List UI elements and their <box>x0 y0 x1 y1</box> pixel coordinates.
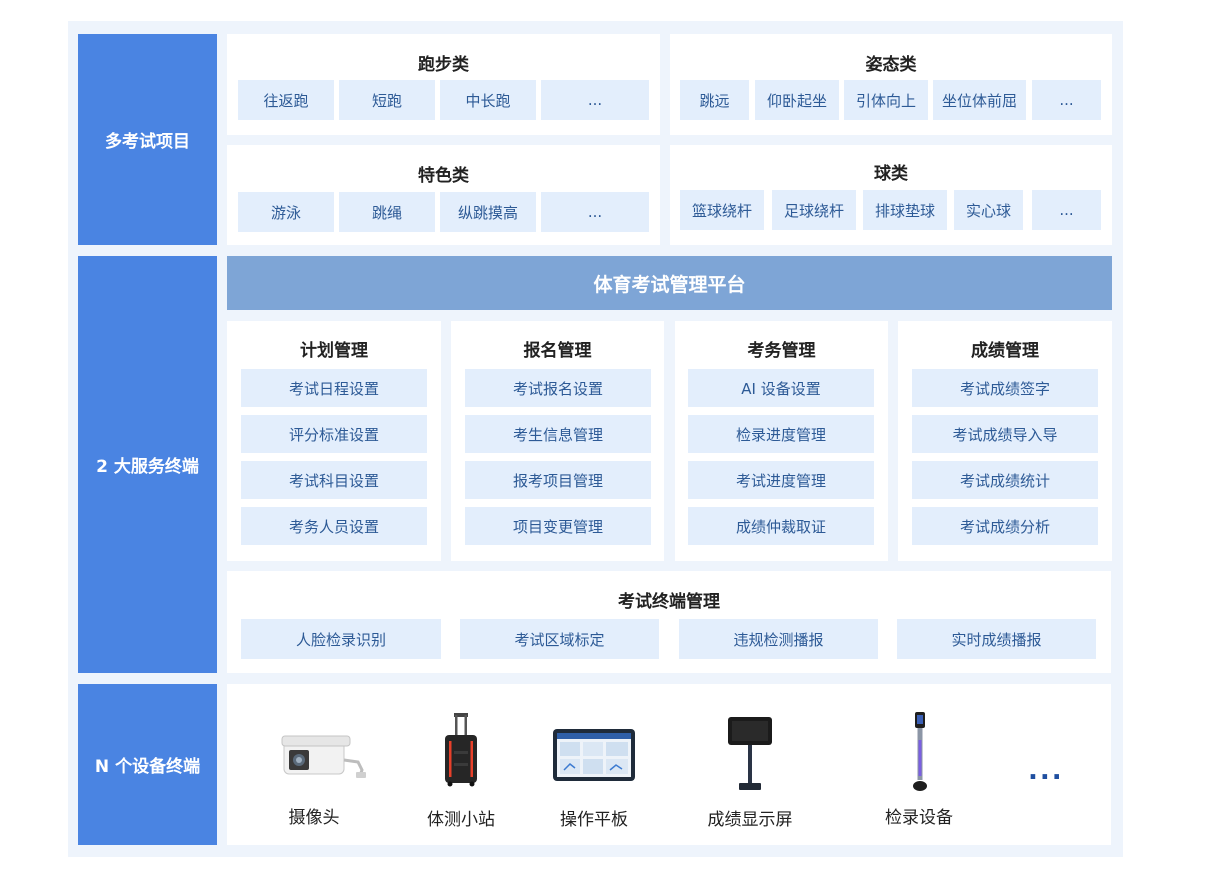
module-item: 成绩仲裁取证 <box>688 507 874 545</box>
terminal-item: 考试区域标定 <box>460 619 659 659</box>
terminal-title: 考试终端管理 <box>618 592 720 612</box>
chip-item: 排球垫球 <box>863 190 947 230</box>
module-item: 检录进度管理 <box>688 415 874 453</box>
chip-item-more: ... <box>541 192 649 232</box>
terminal-item: 人脸检录识别 <box>241 619 441 659</box>
module-title: 计划管理 <box>300 341 368 361</box>
chip-item: 引体向上 <box>844 80 928 120</box>
module-item: 考务人员设置 <box>241 507 427 545</box>
module-item: 考生信息管理 <box>465 415 651 453</box>
device-label-tablet: 操作平板 <box>560 810 628 830</box>
module-scores: 成绩管理 考试成绩签字 考试成绩导入导 考试成绩统计 考试成绩分析 <box>898 321 1112 561</box>
module-item: 评分标准设置 <box>241 415 427 453</box>
module-item: 报考项目管理 <box>465 461 651 499</box>
device-label-camera: 摄像头 <box>288 808 340 828</box>
module-item: 考试成绩分析 <box>912 507 1098 545</box>
chip-item: 跳绳 <box>339 192 435 232</box>
module-title: 报名管理 <box>523 341 592 361</box>
module-registration: 报名管理 考试报名设置 考生信息管理 报考项目管理 项目变更管理 <box>451 321 664 561</box>
chip-item: 短跑 <box>339 80 435 120</box>
chip-item-more: ... <box>1032 80 1101 120</box>
module-item: 考试成绩签字 <box>912 369 1098 407</box>
chip-item: 游泳 <box>238 192 334 232</box>
module-item: 项目变更管理 <box>465 507 651 545</box>
device-label-station: 体测小站 <box>427 810 495 830</box>
chip-item: 仰卧起坐 <box>755 80 839 120</box>
chip-item: 中长跑 <box>440 80 536 120</box>
module-item: 考试成绩导入导 <box>912 415 1098 453</box>
checkin-pole-icon <box>913 712 927 791</box>
terminal-item: 实时成绩播报 <box>897 619 1096 659</box>
devices-more-indicator: ... <box>1028 756 1064 786</box>
module-item: 考试报名设置 <box>465 369 651 407</box>
module-item: 考试成绩统计 <box>912 461 1098 499</box>
terminal-management: 考试终端管理 人脸检录识别 考试区域标定 违规检测播报 实时成绩播报 <box>227 571 1111 673</box>
category-special: 特色类 游泳 跳绳 纵跳摸高 ... <box>227 145 660 245</box>
module-plan: 计划管理 考试日程设置 评分标准设置 考试科目设置 考务人员设置 <box>227 321 441 561</box>
device-label-checkin: 检录设备 <box>885 808 953 828</box>
category-title: 特色类 <box>418 166 469 186</box>
category-posture: 姿态类 跳远 仰卧起坐 引体向上 坐位体前屈 ... <box>670 34 1112 135</box>
chip-item: 实心球 <box>954 190 1023 230</box>
chip-item: 跳远 <box>680 80 749 120</box>
category-title: 球类 <box>874 164 908 184</box>
chip-item: 篮球绕杆 <box>680 190 764 230</box>
module-item: 考试进度管理 <box>688 461 874 499</box>
row-label-device-terminals: N 个设备终端 <box>78 684 217 845</box>
device-label-display: 成绩显示屏 <box>707 810 793 830</box>
row-label-service-terminals: 2 大服务终端 <box>78 256 217 673</box>
chip-item-more: ... <box>541 80 649 120</box>
module-item: 考试日程设置 <box>241 369 427 407</box>
module-title: 成绩管理 <box>971 341 1039 361</box>
camera-icon <box>281 735 366 778</box>
category-title: 姿态类 <box>865 55 917 75</box>
chip-item: 足球绕杆 <box>772 190 856 230</box>
module-title: 考务管理 <box>747 341 816 361</box>
chip-item: 往返跑 <box>238 80 334 120</box>
module-item: AI 设备设置 <box>688 369 874 407</box>
chip-item: 纵跳摸高 <box>440 192 536 232</box>
module-item: 考试科目设置 <box>241 461 427 499</box>
category-running: 跑步类 往返跑 短跑 中长跑 ... <box>227 34 660 135</box>
row-label-exam-items: 多考试项目 <box>78 34 217 245</box>
terminal-item: 违规检测播报 <box>679 619 878 659</box>
chip-item-more: ... <box>1032 190 1101 230</box>
category-ball: 球类 篮球绕杆 足球绕杆 排球垫球 实心球 ... <box>670 145 1112 245</box>
chip-item: 坐位体前屈 <box>933 80 1026 120</box>
tablet-icon <box>553 729 635 781</box>
suitcase-station-icon <box>445 713 477 787</box>
platform-title-banner: 体育考试管理平台 <box>227 256 1112 310</box>
category-title: 跑步类 <box>418 55 469 75</box>
display-stand-icon <box>728 717 772 790</box>
module-exam-affairs: 考务管理 AI 设备设置 检录进度管理 考试进度管理 成绩仲裁取证 <box>675 321 888 561</box>
